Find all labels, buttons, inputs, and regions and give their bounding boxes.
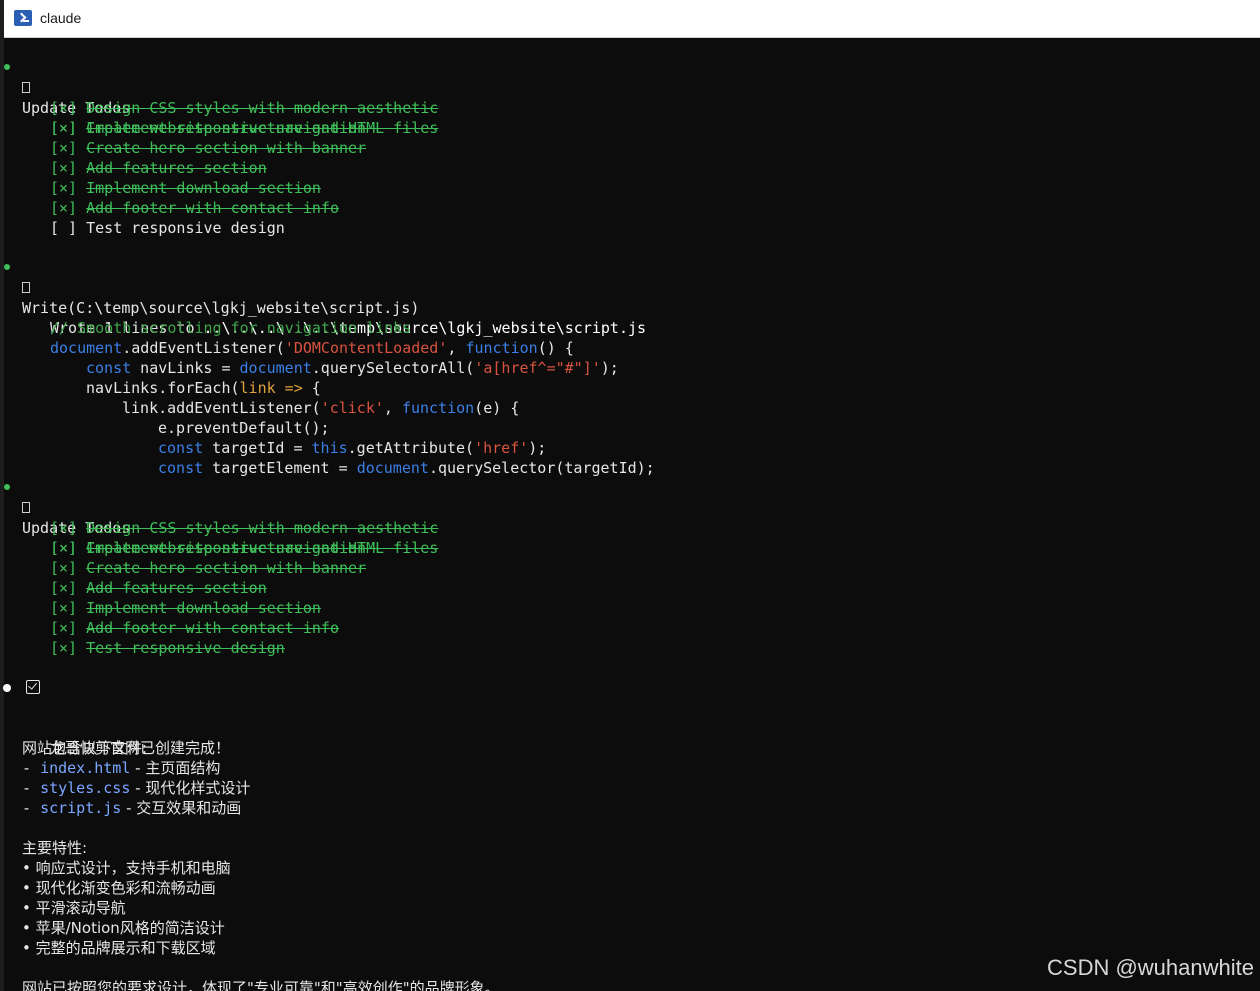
completion-message: 龙哥快剪官网已创建完成！ bbox=[3, 678, 230, 757]
list-item: - script.js - 交互效果和动画 bbox=[22, 799, 242, 817]
code-line: const targetId = this.getAttribute('href… bbox=[158, 439, 547, 457]
todo-item: [×] Add footer with contact info bbox=[50, 199, 339, 217]
todo-item: [×] Implement download section bbox=[50, 599, 321, 617]
todo-item: [×] Add footer with contact info bbox=[50, 619, 339, 637]
check-box-icon bbox=[26, 680, 40, 694]
status-dot-icon bbox=[3, 684, 11, 692]
tree-branch-icon bbox=[22, 502, 30, 513]
write-header: Write(C:\temp\source\lgkj_website\script… bbox=[4, 258, 419, 317]
title-bar[interactable]: claude bbox=[4, 0, 1260, 38]
todo-item: [×] Create hero section with banner bbox=[50, 139, 367, 157]
todo-item: [×] Add features section bbox=[50, 579, 267, 597]
status-dot-icon bbox=[4, 484, 10, 490]
powershell-icon bbox=[14, 10, 32, 26]
code-line: // Smooth scrolling for navigation links bbox=[50, 319, 412, 337]
code-line: link.addEventListener('click', function(… bbox=[122, 399, 520, 417]
code-line: e.preventDefault(); bbox=[158, 419, 330, 437]
todo-item: [×] Create hero section with banner bbox=[50, 559, 367, 577]
list-item: - styles.css - 现代化样式设计 bbox=[22, 779, 251, 797]
tree-branch-icon bbox=[22, 282, 30, 293]
features-heading: 主要特性: bbox=[22, 839, 88, 857]
status-dot-icon bbox=[4, 264, 10, 270]
tree-branch-icon bbox=[22, 82, 30, 93]
list-item: • 苹果/Notion风格的简洁设计 bbox=[22, 919, 225, 937]
todo-item: [×] Implement responsive navigation bbox=[50, 539, 367, 557]
terminal-window: claude Update Todos [×] Create website s… bbox=[0, 0, 1260, 991]
todo-header: Update Todos bbox=[4, 478, 130, 537]
todo-item: [×] Design CSS styles with modern aesthe… bbox=[50, 99, 439, 117]
status-dot-icon bbox=[4, 64, 10, 70]
window-title: claude bbox=[40, 10, 82, 26]
code-line: const navLinks = document.querySelectorA… bbox=[86, 359, 619, 377]
closing-message: 网站已按照您的要求设计，体现了"专业可靠"和"高效创作"的品牌形象。 bbox=[22, 979, 500, 991]
list-item: • 平滑滚动导航 bbox=[22, 899, 126, 917]
todo-item: [×] Create website structure and HTML fi… bbox=[4, 78, 438, 137]
todo-item: [ ] Test responsive design bbox=[50, 219, 285, 237]
write-result: Wrote 1 lines to ..\..\..\..\..\temp\sou… bbox=[4, 278, 646, 337]
files-heading: 网站包含以下文件: bbox=[22, 739, 148, 757]
todo-item: [×] Implement download section bbox=[50, 179, 321, 197]
todo-item: [×] Create website structure and HTML fi… bbox=[4, 498, 438, 557]
todo-item: [×] Test responsive design bbox=[50, 639, 285, 657]
code-line: document.addEventListener('DOMContentLoa… bbox=[50, 339, 574, 357]
list-item: • 现代化渐变色彩和流畅动画 bbox=[22, 879, 216, 897]
code-line: const targetElement = document.querySele… bbox=[158, 459, 655, 477]
list-item: - index.html - 主页面结构 bbox=[22, 759, 221, 777]
todo-item: [×] Implement responsive navigation bbox=[50, 119, 367, 137]
todo-item: [×] Design CSS styles with modern aesthe… bbox=[50, 519, 439, 537]
list-item: • 响应式设计，支持手机和电脑 bbox=[22, 859, 231, 877]
list-item: • 完整的品牌展示和下载区域 bbox=[22, 939, 216, 957]
todo-header: Update Todos bbox=[4, 58, 130, 117]
terminal-output: Update Todos [×] Create website structur… bbox=[3, 58, 655, 991]
todo-item: [×] Add features section bbox=[50, 159, 267, 177]
watermark: CSDN @wuhanwhite bbox=[1047, 955, 1254, 980]
code-line: navLinks.forEach(link => { bbox=[86, 379, 321, 397]
